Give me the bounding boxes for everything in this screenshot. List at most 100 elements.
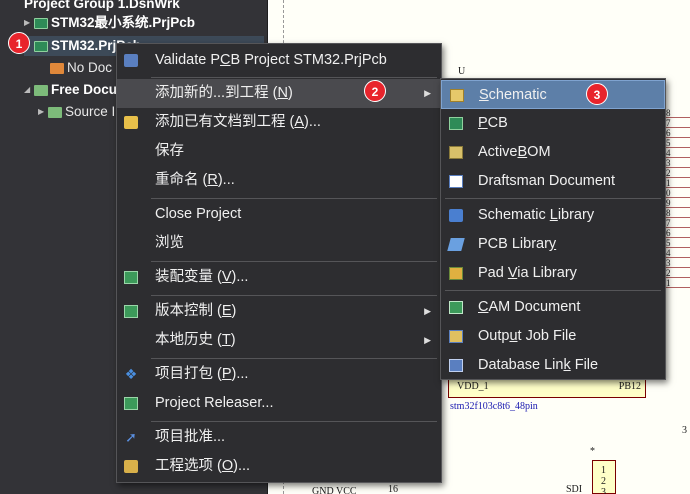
menu-item-validate-pcb[interactable]: Validate PCB Project STM32.PrjPcb: [117, 46, 441, 75]
pin-label-vdd1: VDD_1: [457, 381, 489, 392]
pin-number: 4: [662, 148, 690, 158]
pin-number: 8: [662, 208, 690, 218]
menu-item-project-packager[interactable]: ❖ 项目打包 (P)...: [117, 360, 441, 389]
connector-pin-1: 1: [601, 465, 606, 476]
pcb-icon: [449, 117, 463, 130]
pin-number: 0: [662, 188, 690, 198]
add-new-submenu: Schematic PCB ActiveBOM Draftsman Docume…: [440, 78, 666, 380]
step-badge-2: 2: [364, 80, 386, 102]
pin-number: 5: [662, 238, 690, 248]
pcb-project-icon: [34, 17, 48, 29]
connector-component-body[interactable]: 1 2 3: [592, 460, 616, 494]
pin-number: 6: [662, 228, 690, 238]
tree-item-stm32-min[interactable]: ▶ STM32最小系统.PrjPcb: [24, 13, 195, 33]
menu-item-save[interactable]: 保存: [117, 137, 441, 166]
connector-pin-3: 3: [601, 487, 606, 494]
menu-separator: [151, 295, 437, 296]
tree-item-label: No Doc: [67, 60, 113, 75]
pin-number: 9: [662, 198, 690, 208]
schematic-library-icon: [449, 209, 463, 222]
menu-item-version-control[interactable]: 版本控制 (E) ▶: [117, 297, 441, 326]
menu-item-close-project[interactable]: Close Project: [117, 200, 441, 229]
menu-item-local-history[interactable]: 本地历史 (T) ▶: [117, 326, 441, 355]
menu-separator: [151, 198, 437, 199]
submenu-item-pad-via-library[interactable]: Pad Via Library: [441, 259, 665, 288]
tree-item-label: STM32最小系统.PrjPcb: [51, 15, 196, 30]
step-badge-1: 1: [8, 32, 30, 54]
submenu-item-pcb[interactable]: PCB: [441, 109, 665, 138]
output-job-icon: [449, 330, 463, 343]
releaser-icon: [124, 397, 138, 410]
variants-icon: [124, 271, 138, 284]
submenu-item-output-job[interactable]: Output Job File: [441, 322, 665, 351]
pin-number: 1: [662, 278, 690, 288]
menu-item-project-options[interactable]: 工程选项 (O)...: [117, 452, 441, 481]
pin-number: 7: [662, 218, 690, 228]
pin-number: 2: [662, 268, 690, 278]
pin-number: 3: [662, 258, 690, 268]
submenu-item-pcb-library[interactable]: PCB Library: [441, 230, 665, 259]
pin-number: 8: [662, 108, 690, 118]
expand-arrow-icon[interactable]: ▶: [24, 13, 34, 33]
project-context-menu: Validate PCB Project STM32.PrjPcb 添加新的..…: [116, 43, 442, 483]
pin-number: 3: [662, 158, 690, 168]
menu-item-variants[interactable]: 装配变量 (V)...: [117, 263, 441, 292]
approve-icon: ➚: [125, 429, 137, 445]
tree-item-label: Free Docu: [51, 82, 118, 97]
draftsman-icon: [449, 175, 463, 188]
menu-item-add-existing[interactable]: 添加已有文档到工程 (A)...: [117, 108, 441, 137]
dropbox-icon: ❖: [124, 366, 138, 382]
schematic-icon: [450, 89, 464, 102]
folder-icon: [50, 62, 64, 74]
version-control-icon: [124, 305, 138, 318]
activebom-icon: [449, 146, 463, 159]
pin-label-sdi: SDI: [566, 484, 583, 494]
database-link-icon: [449, 359, 463, 372]
submenu-arrow-icon: ▶: [424, 335, 431, 345]
folder-icon: [48, 106, 62, 118]
menu-separator: [151, 358, 437, 359]
pin-number: 2: [662, 168, 690, 178]
cam-icon: [449, 301, 463, 314]
submenu-arrow-icon: ▶: [424, 88, 431, 98]
pin-number: 1: [662, 178, 690, 188]
net-label-3: 3: [682, 425, 687, 436]
pin-number-16: 16: [388, 484, 398, 494]
submenu-arrow-icon: ▶: [424, 306, 431, 316]
component-ref-u: U: [458, 66, 466, 77]
expand-arrow-icon[interactable]: ▶: [38, 102, 48, 122]
menu-item-add-new[interactable]: 添加新的...到工程 (N) ▶: [117, 79, 441, 108]
tree-item-free-documents[interactable]: ◢ Free Docu: [24, 80, 117, 100]
connector-pin-2: 2: [601, 476, 606, 487]
pin-number-column: 876543210987654321: [662, 108, 690, 288]
menu-item-explore[interactable]: 浏览: [117, 229, 441, 258]
submenu-item-schematic-library[interactable]: Schematic Library: [441, 201, 665, 230]
validate-icon: [124, 54, 138, 67]
pin-label-pb12: PB12: [618, 381, 641, 392]
submenu-item-schematic[interactable]: Schematic: [441, 80, 665, 109]
options-icon: [124, 460, 138, 473]
collapse-arrow-icon[interactable]: ◢: [24, 80, 34, 100]
menu-separator: [445, 290, 661, 291]
submenu-item-cam-document[interactable]: CAM Document: [441, 293, 665, 322]
menu-item-project-releaser[interactable]: Project Releaser...: [117, 389, 441, 418]
pin-number: 6: [662, 128, 690, 138]
menu-item-project-approval[interactable]: ➚ 项目批准...: [117, 423, 441, 452]
pin-label-gnd-vcc: GND VCC: [312, 486, 357, 494]
pin-number: 7: [662, 118, 690, 128]
step-badge-3: 3: [586, 83, 608, 105]
menu-separator: [151, 261, 437, 262]
tree-item-source[interactable]: ▶ Source I: [38, 102, 115, 122]
pin-number: 5: [662, 138, 690, 148]
tree-item-no-documents[interactable]: No Doc: [50, 58, 112, 78]
submenu-item-draftsman[interactable]: Draftsman Document: [441, 167, 665, 196]
project-group-label: Project Group 1.DsnWrk: [24, 0, 180, 11]
menu-item-rename[interactable]: 重命名 (R)...: [117, 166, 441, 195]
submenu-item-activebom[interactable]: ActiveBOM: [441, 138, 665, 167]
project-group-row[interactable]: Project Group 1.DsnWrk: [24, 0, 180, 14]
tree-item-label: Source I: [65, 104, 116, 119]
menu-separator: [445, 198, 661, 199]
submenu-item-database-link[interactable]: Database Link File: [441, 351, 665, 380]
pcb-library-icon: [447, 238, 465, 251]
folder-icon: [34, 84, 48, 96]
